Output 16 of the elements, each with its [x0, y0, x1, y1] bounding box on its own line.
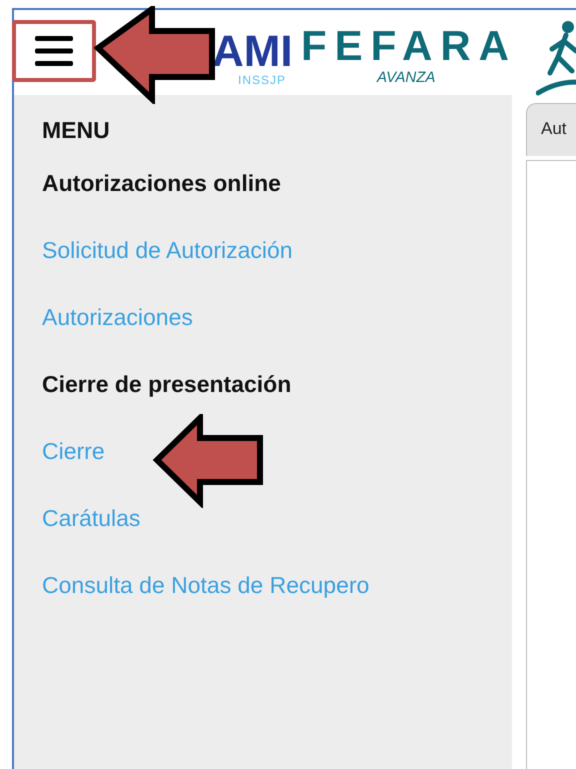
logo-text: FEFARA: [301, 24, 517, 66]
menu-icon: [35, 36, 73, 66]
menu-link[interactable]: Carátulas: [42, 506, 140, 530]
menu-link[interactable]: Solicitud de Autorización: [42, 238, 293, 262]
menu-heading: MENU: [42, 116, 111, 145]
tab[interactable]: Aut: [526, 103, 576, 156]
logo-subtitle: INSSJP: [238, 74, 286, 86]
section-heading: Autorizaciones online: [42, 172, 282, 198]
logo-text: AMI: [212, 30, 293, 74]
logo-subtitle: AVANZA: [377, 70, 436, 84]
menu-button[interactable]: [12, 20, 96, 82]
menu-link[interactable]: Consulta de Notas de Recupero: [42, 574, 370, 596]
section-heading: Cierre de presentación: [42, 372, 292, 399]
menu-link[interactable]: Cierre: [42, 440, 105, 462]
runner-icon: [536, 20, 576, 96]
menu-link[interactable]: Autorizaciones: [42, 306, 193, 328]
